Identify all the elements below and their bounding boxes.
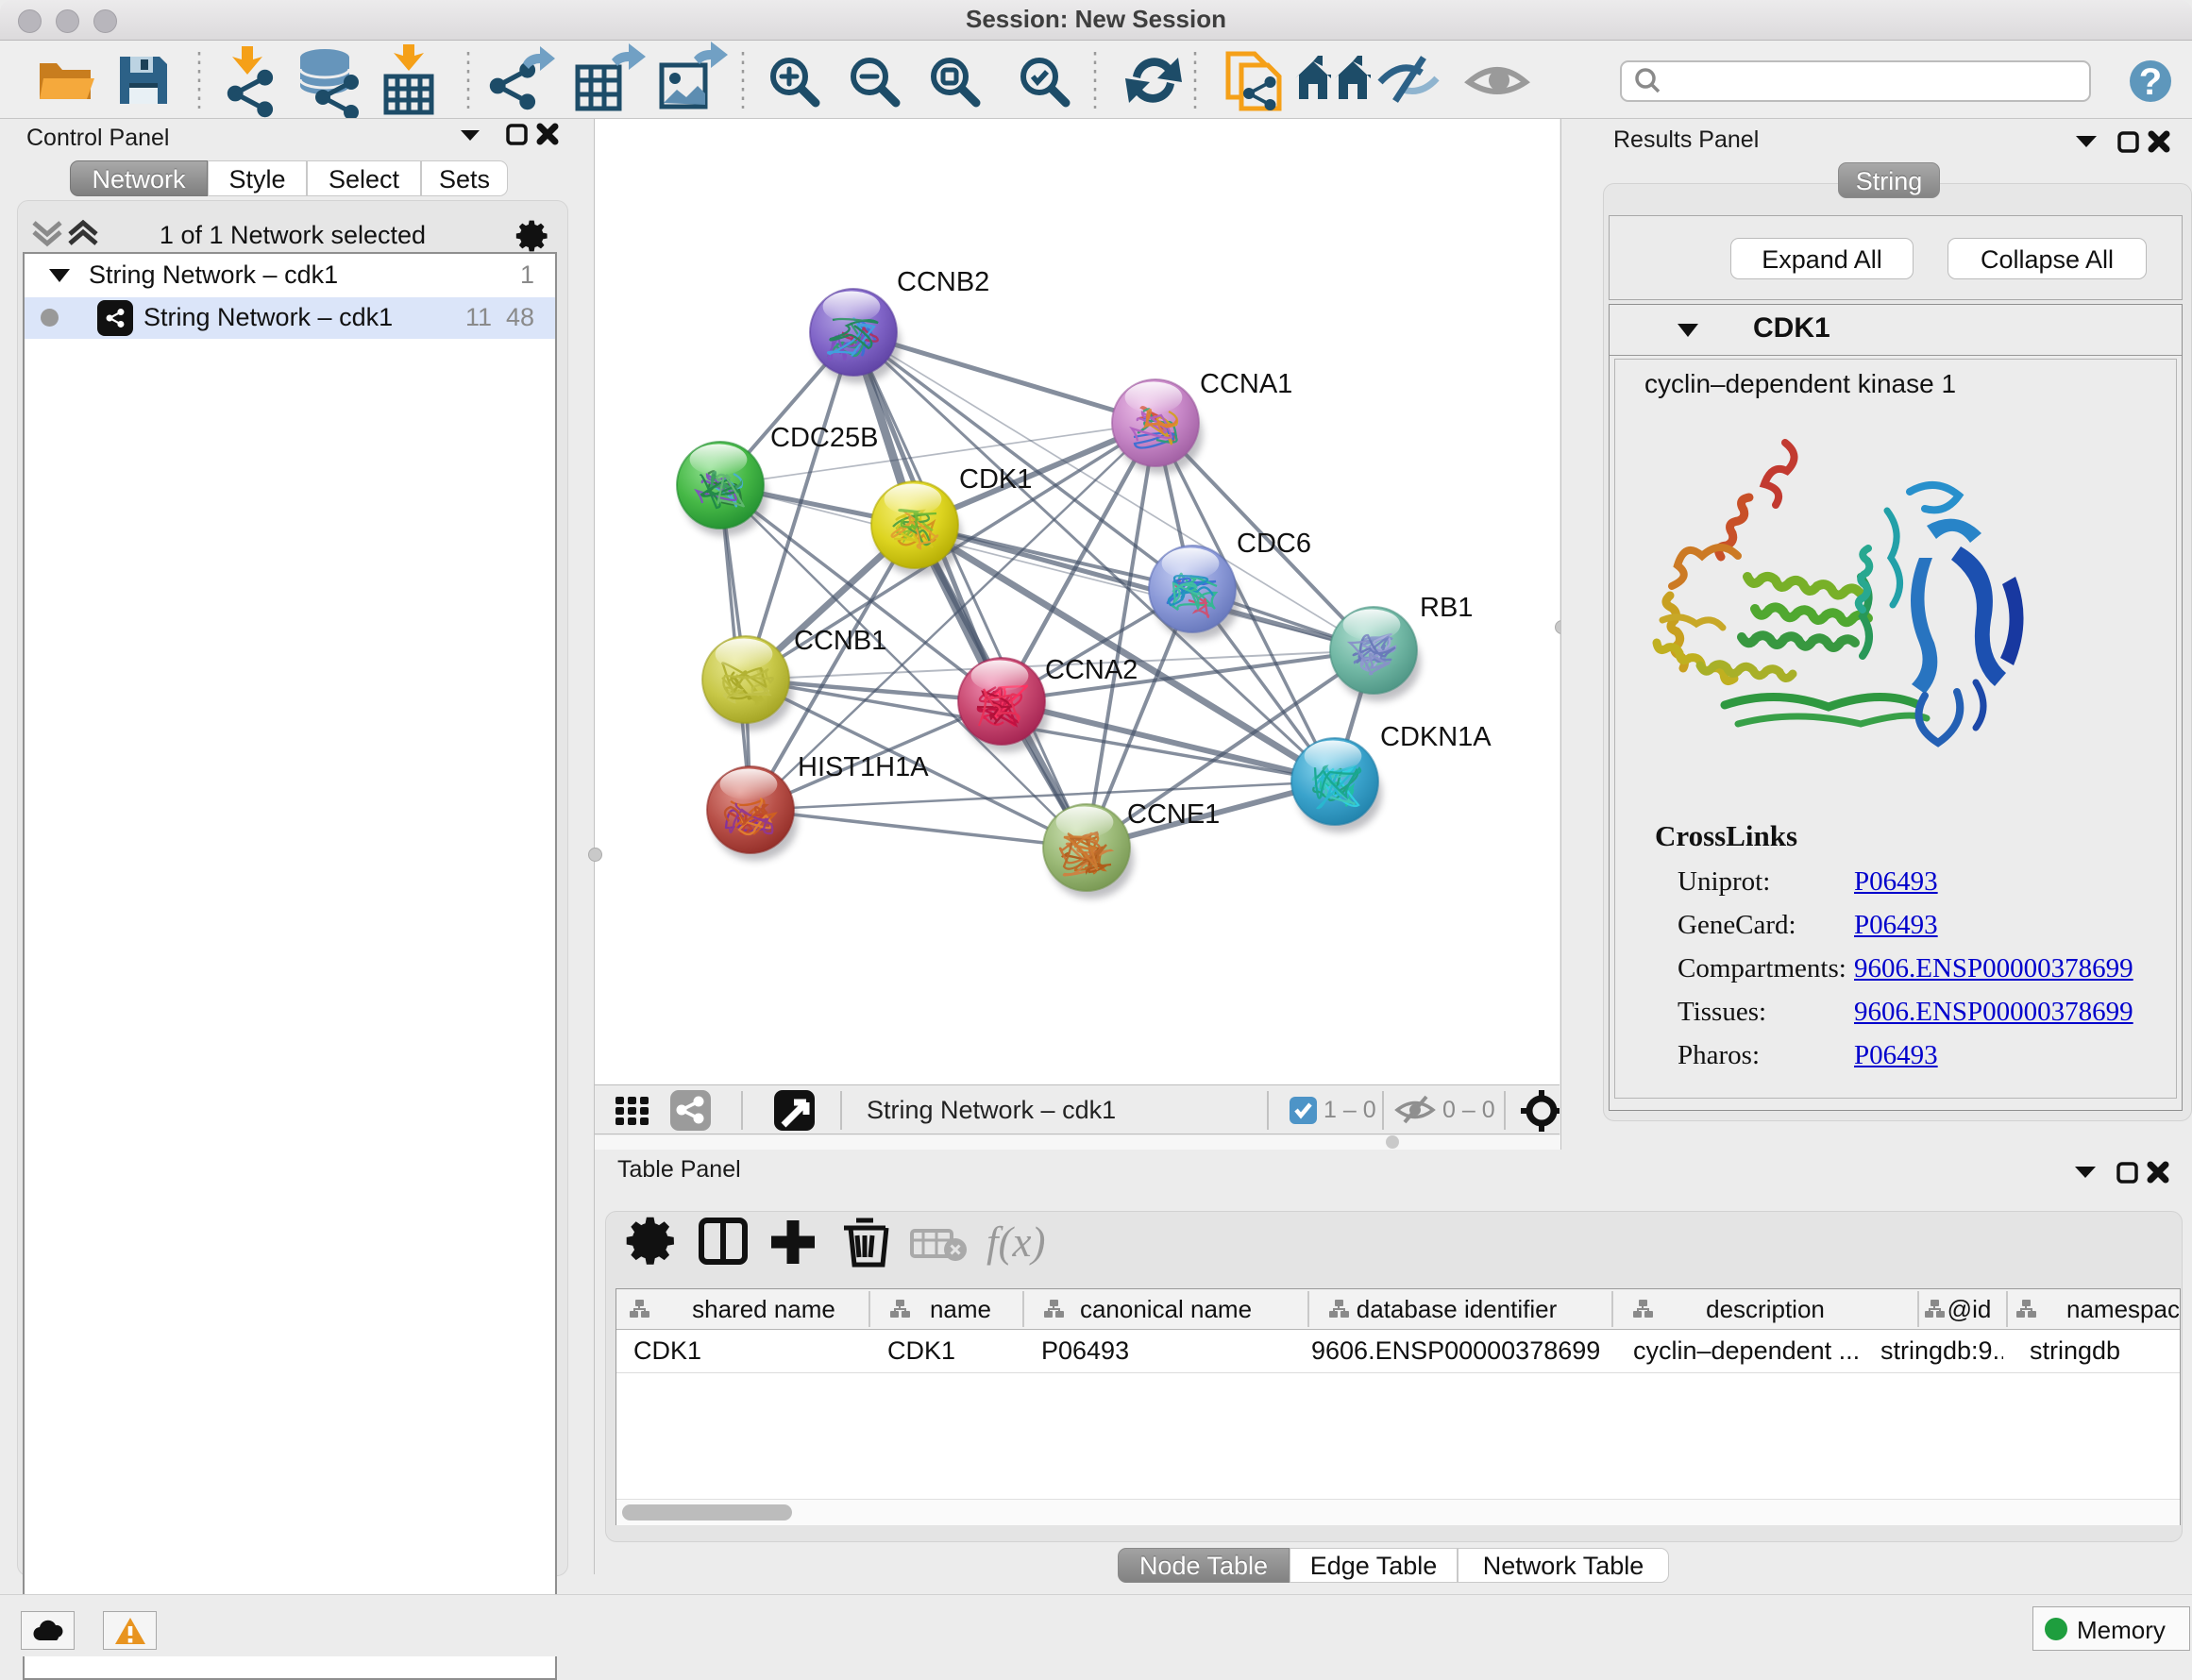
svg-text:CCNA2: CCNA2 [1045, 655, 1138, 685]
svg-text:CDKN1A: CDKN1A [1380, 722, 1492, 752]
svg-text:CCNB1: CCNB1 [794, 626, 886, 656]
svg-text:CCNB2: CCNB2 [897, 267, 989, 297]
svg-text:HIST1H1A: HIST1H1A [798, 752, 929, 782]
svg-text:RB1: RB1 [1420, 593, 1473, 623]
svg-text:CCNE1: CCNE1 [1127, 799, 1220, 830]
svg-text:CDK1: CDK1 [959, 464, 1032, 495]
svg-text:CDC6: CDC6 [1237, 529, 1311, 559]
svg-text:CCNA1: CCNA1 [1200, 369, 1292, 399]
svg-text:?: ? [2139, 61, 2162, 103]
svg-text:CDC25B: CDC25B [770, 423, 878, 453]
svg-text:f(x): f(x) [986, 1218, 1045, 1266]
